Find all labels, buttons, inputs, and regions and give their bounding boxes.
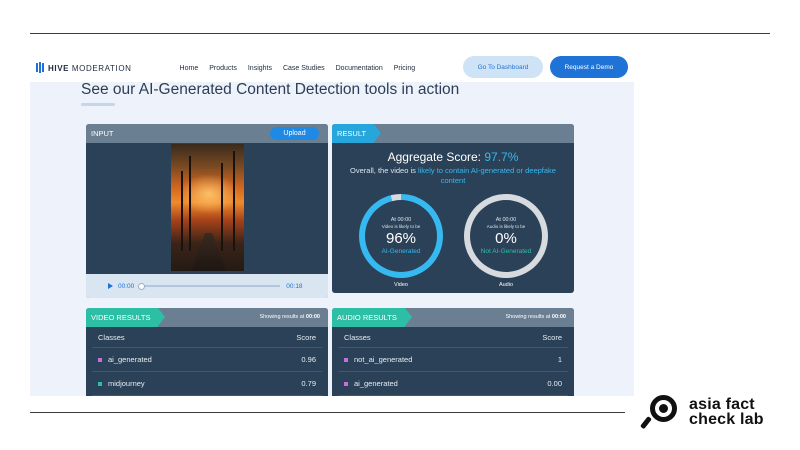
table-header-row: Classes Score <box>92 327 322 348</box>
bottom-divider <box>30 412 625 413</box>
magnifier-logo-icon <box>639 395 680 430</box>
class-color-swatch <box>98 357 102 362</box>
classes-column-header: Classes <box>344 332 371 342</box>
class-color-swatch <box>344 357 348 362</box>
slide-frame: HIVE MODERATION Home Products Insights C… <box>0 0 800 450</box>
asia-fact-check-lab-logo: asia fact check lab <box>639 395 764 430</box>
video-gauge-label: AI-Generated <box>381 248 421 255</box>
video-gauge-time: At 00:00 <box>390 217 412 223</box>
nav-link-documentation[interactable]: Documentation <box>336 65 383 72</box>
summary-highlight: likely to contain AI-generated or deepfa… <box>417 166 556 185</box>
video-duration: 00:18 <box>286 282 303 290</box>
brand-wordmark: asia fact check lab <box>689 396 764 428</box>
upload-button[interactable]: Upload <box>270 127 319 140</box>
audio-gauge-caption: Audio <box>498 282 514 288</box>
aggregate-score: Aggregate Score: 97.7% <box>332 150 574 164</box>
result-panel-header: RESULT <box>332 124 574 143</box>
audio-results-table: Classes Score not_ai_generated 1 ai_gene… <box>338 327 568 396</box>
current-time: 00:00 <box>118 282 135 290</box>
request-demo-button[interactable]: Request a Demo <box>550 56 628 78</box>
class-name: ai_generated <box>108 355 152 364</box>
class-color-swatch <box>344 381 348 386</box>
class-color-swatch <box>98 381 102 386</box>
nav-links: Home Products Insights Case Studies Docu… <box>180 65 416 72</box>
logo-bold-text: HIVE <box>48 63 70 73</box>
video-thumbnail <box>171 144 244 271</box>
video-results-header: VIDEO RESULTS Showing results at 00:00 <box>86 308 328 327</box>
input-panel-header: INPUT Upload <box>86 124 328 143</box>
class-score: 0.00 <box>547 379 562 388</box>
video-gauge-likely: Video is likely to be <box>381 224 421 229</box>
audio-gauge-percent: 0% <box>495 230 517 247</box>
input-panel-title: INPUT <box>91 129 114 138</box>
video-gauge-percent: 96% <box>385 230 417 247</box>
video-results-title: VIDEO RESULTS <box>86 308 166 327</box>
website-screenshot: HIVE MODERATION Home Products Insights C… <box>30 54 634 396</box>
class-name: midjourney <box>108 379 145 388</box>
video-preview[interactable] <box>86 143 328 274</box>
table-header-row: Classes Score <box>338 327 568 348</box>
table-row: not_ai_generated 1 <box>338 348 568 372</box>
video-gauge-caption: Video <box>394 282 408 288</box>
class-score: 0.79 <box>301 379 316 388</box>
video-results-panel: VIDEO RESULTS Showing results at 00:00 C… <box>86 308 328 396</box>
classes-column-header: Classes <box>98 332 125 342</box>
audio-gauge-time: At 00:00 <box>495 217 517 223</box>
headline-underline <box>81 103 115 106</box>
class-score: 0.96 <box>301 355 316 364</box>
audio-results-title: AUDIO RESULTS <box>332 308 412 327</box>
class-name: ai_generated <box>354 379 398 388</box>
brand-line-1: asia fact <box>689 396 755 413</box>
audio-results-panel: AUDIO RESULTS Showing results at 00:00 C… <box>332 308 574 396</box>
seek-slider[interactable] <box>138 283 281 290</box>
brand-line-2: check lab <box>689 411 764 428</box>
audio-score-gauge: At 00:00 Audio is likely to be 0% Not AI… <box>464 194 548 278</box>
video-player-controls: 00:00 00:18 <box>86 274 328 298</box>
audio-results-showing: Showing results at 00:00 <box>505 314 566 320</box>
result-panel-title: RESULT <box>332 124 382 143</box>
class-score: 1 <box>557 355 562 364</box>
input-panel: INPUT Upload 00:00 00:18 <box>86 124 328 298</box>
table-row: midjourney 0.79 <box>92 372 322 396</box>
aggregate-score-value: 97.7% <box>484 150 519 164</box>
video-results-showing: Showing results at 00:00 <box>259 314 320 320</box>
nav-link-case-studies[interactable]: Case Studies <box>283 65 325 72</box>
top-divider <box>30 33 770 34</box>
nav-link-insights[interactable]: Insights <box>248 65 272 72</box>
audio-results-header: AUDIO RESULTS Showing results at 00:00 <box>332 308 574 327</box>
audio-gauge-likely: Audio is likely to be <box>486 224 526 229</box>
go-to-dashboard-button[interactable]: Go To Dashboard <box>463 56 543 78</box>
hive-logo-icon <box>36 62 44 73</box>
score-column-header: Score <box>542 332 562 342</box>
aggregate-score-label: Aggregate Score: <box>387 150 482 164</box>
page-headline: See our AI-Generated Content Detection t… <box>81 81 460 98</box>
hive-logo[interactable]: HIVE MODERATION <box>36 62 132 73</box>
logo-light-text: MODERATION <box>71 63 132 73</box>
nav-link-pricing[interactable]: Pricing <box>394 65 415 72</box>
table-row: ai_generated 0.96 <box>92 348 322 372</box>
audio-gauge-label: Not AI-Generated <box>480 248 532 255</box>
nav-link-products[interactable]: Products <box>209 65 237 72</box>
score-column-header: Score <box>296 332 316 342</box>
video-score-gauge: At 00:00 Video is likely to be 96% AI-Ge… <box>359 194 443 278</box>
video-results-table: Classes Score ai_generated 0.96 midjourn… <box>92 327 322 396</box>
result-panel: RESULT Aggregate Score: 97.7% Overall, t… <box>332 124 574 293</box>
summary-prefix: Overall, the video is <box>350 166 418 175</box>
top-nav: HIVE MODERATION Home Products Insights C… <box>30 54 634 82</box>
table-row: ai_generated 0.00 <box>338 372 568 396</box>
aggregate-summary: Overall, the video is likely to contain … <box>340 166 566 186</box>
nav-link-home[interactable]: Home <box>180 65 199 72</box>
class-name: not_ai_generated <box>354 355 413 364</box>
play-icon[interactable] <box>108 283 113 289</box>
